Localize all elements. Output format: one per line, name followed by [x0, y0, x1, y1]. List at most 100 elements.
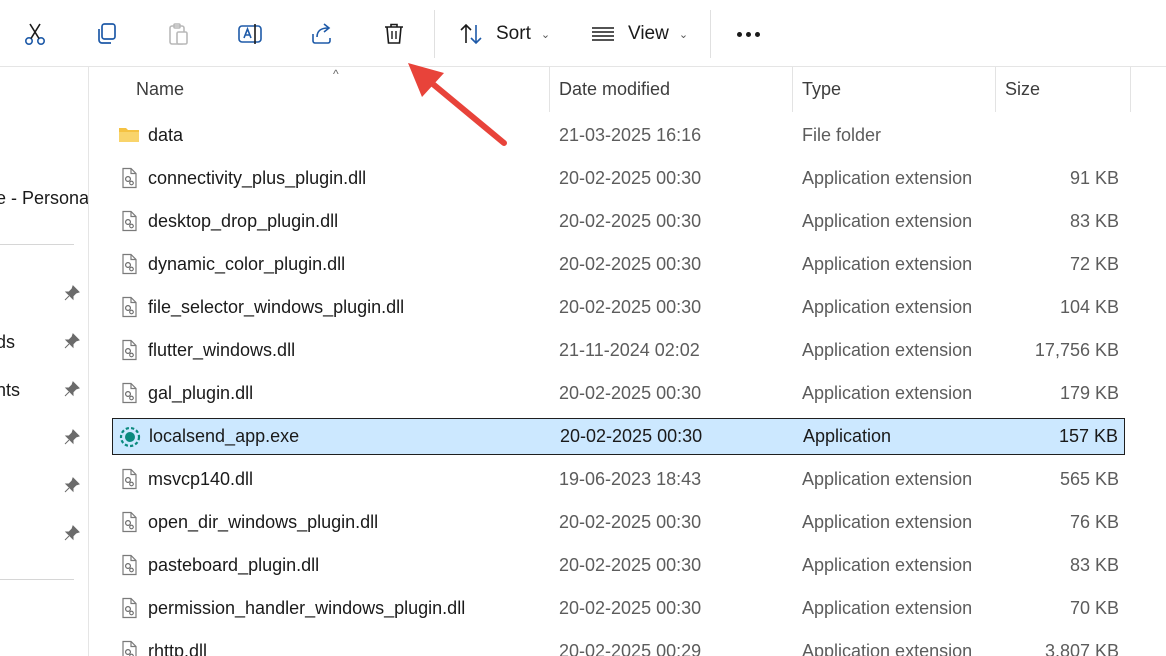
file-row[interactable]: permission_handler_windows_plugin.dll 20-…: [112, 590, 1125, 627]
file-date-modified: 20-02-2025 00:29: [559, 641, 702, 656]
file-row[interactable]: msvcp140.dll 19-06-2023 18:43 Application …: [112, 461, 1125, 498]
copy-icon: [98, 23, 116, 44]
file-name: dynamic_color_plugin.dll: [148, 254, 346, 274]
column-resize-handle[interactable]: [792, 67, 793, 112]
trash-icon: [385, 23, 403, 44]
file-name: gal_plugin.dll: [148, 383, 254, 403]
file-row[interactable]: localsend_app.exe 20-02-2025 00:30 Applica…: [112, 418, 1125, 455]
file-size: 565 KB: [1059, 469, 1119, 489]
file-name: pasteboard_plugin.dll: [148, 555, 320, 575]
dll-file-icon: [118, 296, 140, 318]
file-type: Application: [803, 426, 892, 446]
column-resize-handle[interactable]: [1130, 67, 1131, 112]
file-name: desktop_drop_plugin.dll: [148, 211, 339, 231]
file-name: data: [148, 125, 184, 145]
dll-file-icon: [118, 210, 140, 232]
file-type: Application extension: [802, 211, 973, 231]
rename-button[interactable]: [228, 12, 272, 56]
more-icon: [736, 31, 742, 37]
share-button[interactable]: [300, 12, 344, 56]
file-row[interactable]: pasteboard_plugin.dll 20-02-2025 00:30 App…: [112, 547, 1125, 584]
view-label: View: [628, 23, 669, 44]
pin-icon: [64, 429, 80, 445]
nav-item-downloads[interactable]: ds: [0, 332, 15, 353]
file-size: 104 KB: [1059, 297, 1119, 317]
file-size: 72 KB: [1069, 254, 1119, 274]
column-header-name[interactable]: Name: [136, 67, 184, 112]
column-header-date-label: Date modified: [559, 79, 671, 99]
file-type: Application extension: [802, 641, 973, 656]
column-header-type[interactable]: Type: [802, 67, 841, 112]
file-row[interactable]: gal_plugin.dll 20-02-2025 00:30 Applicatio…: [112, 375, 1125, 412]
nav-item-onedrive[interactable]: e - Persona: [0, 188, 88, 209]
file-type: Application extension: [802, 598, 973, 618]
folder-icon: [118, 124, 140, 146]
file-name: connectivity_plus_plugin.dll: [148, 168, 367, 188]
file-date-modified: 21-11-2024 02:02: [559, 340, 700, 360]
file-size: 83 KB: [1069, 555, 1119, 575]
file-row[interactable]: file_selector_windows_plugin.dll 20-02-20…: [112, 289, 1125, 326]
nav-divider: [0, 244, 74, 245]
file-name: open_dir_windows_plugin.dll: [148, 512, 379, 532]
dll-file-icon: [118, 468, 140, 490]
file-size: 70 KB: [1069, 598, 1119, 618]
file-row[interactable]: data 21-03-2025 16:16 File folder: [112, 117, 1125, 154]
file-date-modified: 20-02-2025 00:30: [559, 254, 702, 274]
file-date-modified: 20-02-2025 00:30: [559, 512, 702, 532]
file-row[interactable]: dynamic_color_plugin.dll 20-02-2025 00:30…: [112, 246, 1125, 283]
file-row[interactable]: desktop_drop_plugin.dll 20-02-2025 00:30 A…: [112, 203, 1125, 240]
column-header-name-label: Name: [136, 79, 185, 99]
file-size: 17,756 KB: [1034, 340, 1119, 360]
dll-file-icon: [118, 167, 140, 189]
dll-file-icon: [118, 511, 140, 533]
file-row[interactable]: flutter_windows.dll 21-11-2024 02:02 Appli…: [112, 332, 1125, 369]
file-type: Application extension: [802, 254, 973, 274]
dll-file-icon: [118, 382, 140, 404]
file-name: permission_handler_windows_plugin.dll: [148, 598, 466, 618]
dll-file-icon: [118, 253, 140, 275]
file-date-modified: 20-02-2025 00:30: [559, 383, 702, 403]
share-icon: [312, 23, 331, 44]
column-header-size-label: Size: [1005, 79, 1041, 99]
file-name: rhttp.dll: [148, 641, 208, 656]
cut-button[interactable]: [13, 12, 57, 56]
sort-menu-button[interactable]: Sort ⌄: [458, 12, 550, 56]
file-type: Application extension: [802, 383, 973, 403]
file-date-modified: 20-02-2025 00:30: [560, 426, 703, 446]
sort-icon: [460, 23, 482, 45]
column-header-date[interactable]: Date modified: [559, 67, 670, 112]
file-type: Application extension: [802, 168, 973, 188]
file-name: localsend_app.exe: [149, 426, 300, 446]
file-size: 83 KB: [1069, 211, 1119, 231]
localsend-app-icon: [119, 426, 141, 448]
file-date-modified: 19-06-2023 18:43: [559, 469, 702, 489]
file-row[interactable]: open_dir_windows_plugin.dll 20-02-2025 00…: [112, 504, 1125, 541]
view-icon: [592, 27, 614, 41]
file-row[interactable]: rhttp.dll 20-02-2025 00:29 Application ext…: [112, 633, 1125, 656]
delete-button[interactable]: [372, 12, 416, 56]
file-type: Application extension: [802, 555, 973, 575]
nav-divider: [0, 579, 74, 580]
paste-button[interactable]: [156, 12, 200, 56]
file-name: flutter_windows.dll: [148, 340, 296, 360]
rename-icon: [238, 24, 262, 44]
column-resize-handle[interactable]: [549, 67, 550, 112]
nav-item-documents[interactable]: nts: [0, 380, 20, 401]
file-type: Application extension: [802, 512, 973, 532]
file-size: 3,807 KB: [1044, 641, 1119, 656]
file-type: File folder: [802, 125, 882, 145]
file-type: Application extension: [802, 340, 973, 360]
file-size: 179 KB: [1059, 383, 1119, 403]
toolbar-separator: [434, 10, 435, 58]
file-row[interactable]: connectivity_plus_plugin.dll 20-02-2025 0…: [112, 160, 1125, 197]
column-header-bar: ^ Name Date modified Type Size: [89, 67, 1166, 112]
more-options-button[interactable]: [726, 12, 770, 56]
view-menu-button[interactable]: View ⌄: [590, 12, 688, 56]
column-header-size[interactable]: Size: [1005, 67, 1040, 112]
paste-icon: [169, 23, 188, 45]
chevron-down-icon: ⌄: [540, 28, 551, 41]
column-resize-handle[interactable]: [995, 67, 996, 112]
file-name: file_selector_windows_plugin.dll: [148, 297, 405, 317]
copy-button[interactable]: [84, 12, 128, 56]
file-size: 76 KB: [1069, 512, 1119, 532]
